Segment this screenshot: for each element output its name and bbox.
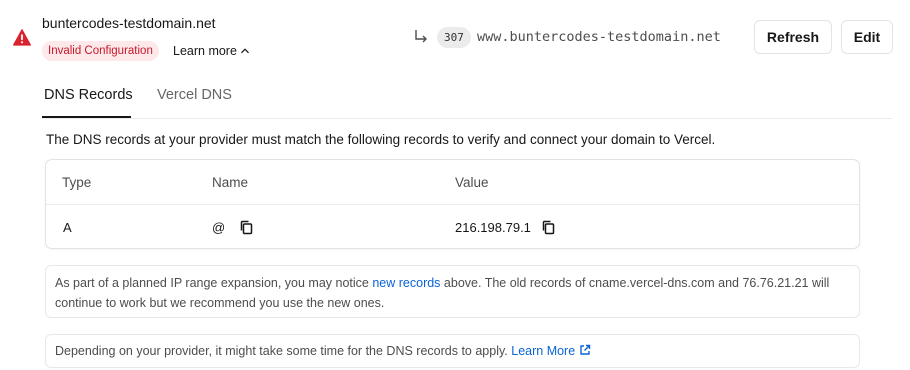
record-name: @ <box>212 220 226 235</box>
note-text-before: As part of a planned IP range expansion,… <box>55 276 373 290</box>
edit-button[interactable]: Edit <box>841 20 893 54</box>
tab-dns-records[interactable]: DNS Records <box>44 87 133 103</box>
warning-icon <box>13 29 31 46</box>
dns-records-table: Type Name Value A @ 216.198.79.1 <box>45 159 860 249</box>
copy-name-icon[interactable] <box>239 220 254 235</box>
column-header-value: Value <box>455 175 489 190</box>
external-link-icon <box>580 344 591 355</box>
intro-text: The DNS records at your provider must ma… <box>46 132 716 147</box>
redirect-target: www.buntercodes-testdomain.net <box>477 29 721 45</box>
column-header-type: Type <box>62 175 92 190</box>
learn-more-toggle[interactable]: Learn more <box>173 44 250 58</box>
learn-more-label: Learn more <box>173 44 237 58</box>
refresh-button[interactable]: Refresh <box>754 20 832 54</box>
record-value: 216.198.79.1 <box>455 220 531 235</box>
domain-name: buntercodes-testdomain.net <box>42 15 216 31</box>
learn-more-link-label: Learn More <box>511 344 576 358</box>
active-tab-indicator <box>42 116 131 118</box>
learn-more-link[interactable]: Learn More <box>511 344 591 358</box>
table-header: Type Name Value <box>46 160 859 205</box>
redirect-code-badge: 307 <box>437 27 471 48</box>
chevron-up-icon <box>241 48 249 54</box>
column-header-name: Name <box>212 175 249 190</box>
propagation-text: Depending on your provider, it might tak… <box>55 344 512 358</box>
status-badge: Invalid Configuration <box>42 41 159 61</box>
copy-value-icon[interactable] <box>541 220 556 235</box>
tab-vercel-dns[interactable]: Vercel DNS <box>157 87 232 103</box>
record-type: A <box>63 220 72 235</box>
propagation-note: Depending on your provider, it might tak… <box>45 334 860 368</box>
tab-bar: DNS Records Vercel DNS <box>42 80 892 119</box>
ip-expansion-note: As part of a planned IP range expansion,… <box>45 265 860 318</box>
new-records-link[interactable]: new records <box>372 276 440 290</box>
redirect-arrow-icon <box>415 30 427 43</box>
